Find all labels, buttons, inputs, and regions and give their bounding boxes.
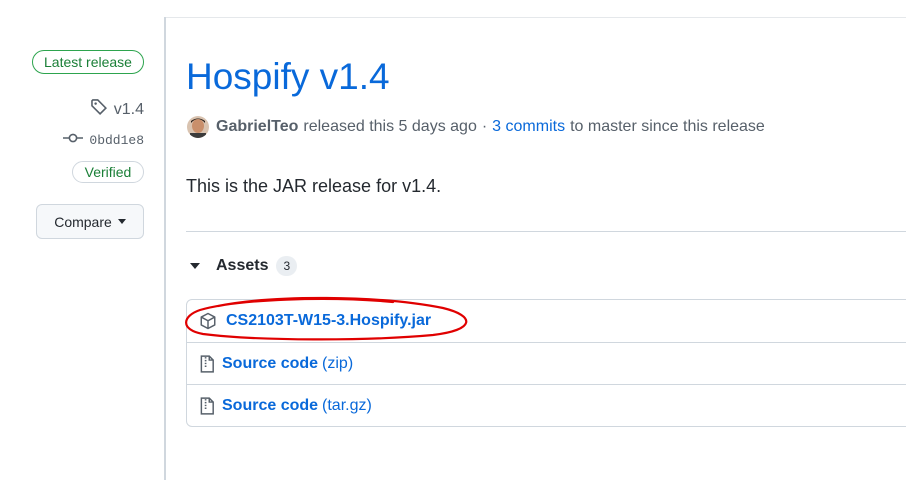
triangle-down-icon — [190, 263, 200, 269]
asset-format: (zip) — [322, 354, 354, 372]
latest-release-badge: Latest release — [32, 50, 144, 74]
tag-icon — [90, 98, 108, 121]
latest-release-label: Latest release — [44, 54, 132, 70]
commits-suffix: to master since this release — [570, 118, 765, 135]
asset-link[interactable]: Source code — [222, 355, 318, 373]
file-zip-icon — [199, 354, 215, 373]
meta-separator: · — [481, 118, 488, 135]
asset-row-targz[interactable]: Source code (tar.gz) — [187, 384, 906, 426]
assets-count-badge: 3 — [276, 256, 298, 276]
commit-link[interactable]: 0bdd1e8 — [63, 132, 144, 148]
release-body: This is the JAR release for v1.4. — [186, 176, 442, 196]
git-commit-icon — [63, 132, 84, 148]
top-border — [166, 17, 906, 18]
asset-link[interactable]: CS2103T-W15-3.Hospify.jar — [226, 312, 431, 330]
package-icon — [199, 312, 217, 330]
tag-label: v1.4 — [113, 100, 144, 118]
file-zip-icon — [199, 396, 215, 415]
commits-link[interactable]: 3 commits — [492, 118, 565, 136]
release-meta: GabrielTeo released this 5 days ago · 3 … — [187, 116, 765, 138]
assets-label: Assets — [216, 257, 269, 274]
verified-badge[interactable]: Verified — [72, 161, 144, 183]
section-divider — [186, 231, 906, 232]
released-text: released this 5 days ago — [303, 118, 477, 135]
timeline-divider — [164, 17, 166, 480]
author-link[interactable]: GabrielTeo — [216, 118, 298, 136]
asset-row-jar[interactable]: CS2103T-W15-3.Hospify.jar — [187, 300, 906, 342]
compare-button[interactable]: Compare — [36, 204, 144, 239]
assets-list: CS2103T-W15-3.Hospify.jar Source code (z… — [186, 299, 906, 427]
tag-link[interactable]: v1.4 — [90, 98, 144, 121]
assets-toggle[interactable]: Assets 3 — [190, 256, 298, 276]
avatar[interactable] — [187, 116, 209, 138]
release-title[interactable]: Hospify v1.4 — [186, 56, 390, 98]
compare-label: Compare — [54, 213, 112, 230]
verified-label: Verified — [84, 164, 132, 180]
asset-link[interactable]: Source code — [222, 397, 318, 415]
commit-sha: 0bdd1e8 — [89, 132, 144, 148]
asset-row-zip[interactable]: Source code (zip) — [187, 342, 906, 384]
chevron-down-icon — [117, 219, 126, 224]
asset-format: (tar.gz) — [322, 396, 372, 414]
